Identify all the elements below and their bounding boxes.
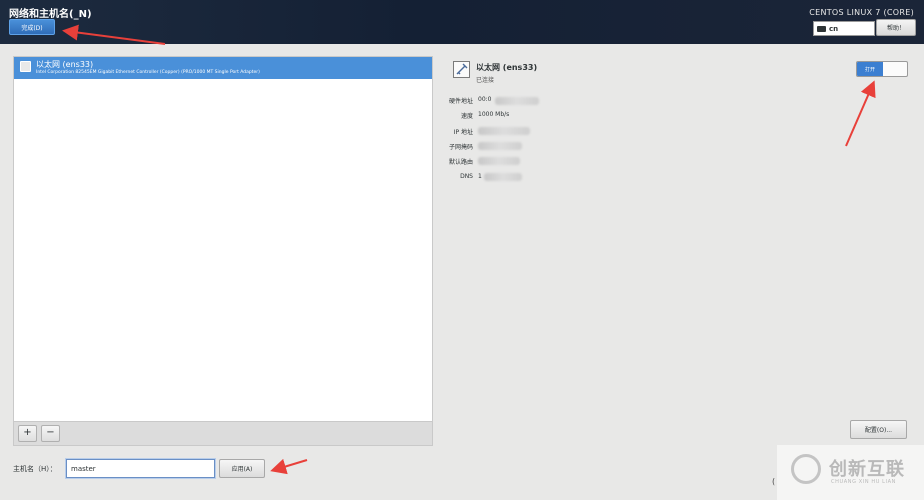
- arrow-to-done-button: [62, 24, 166, 45]
- arrow-to-apply-button: [270, 458, 308, 475]
- arrow-to-toggle: [845, 80, 876, 147]
- annotation-arrows: [62, 24, 876, 475]
